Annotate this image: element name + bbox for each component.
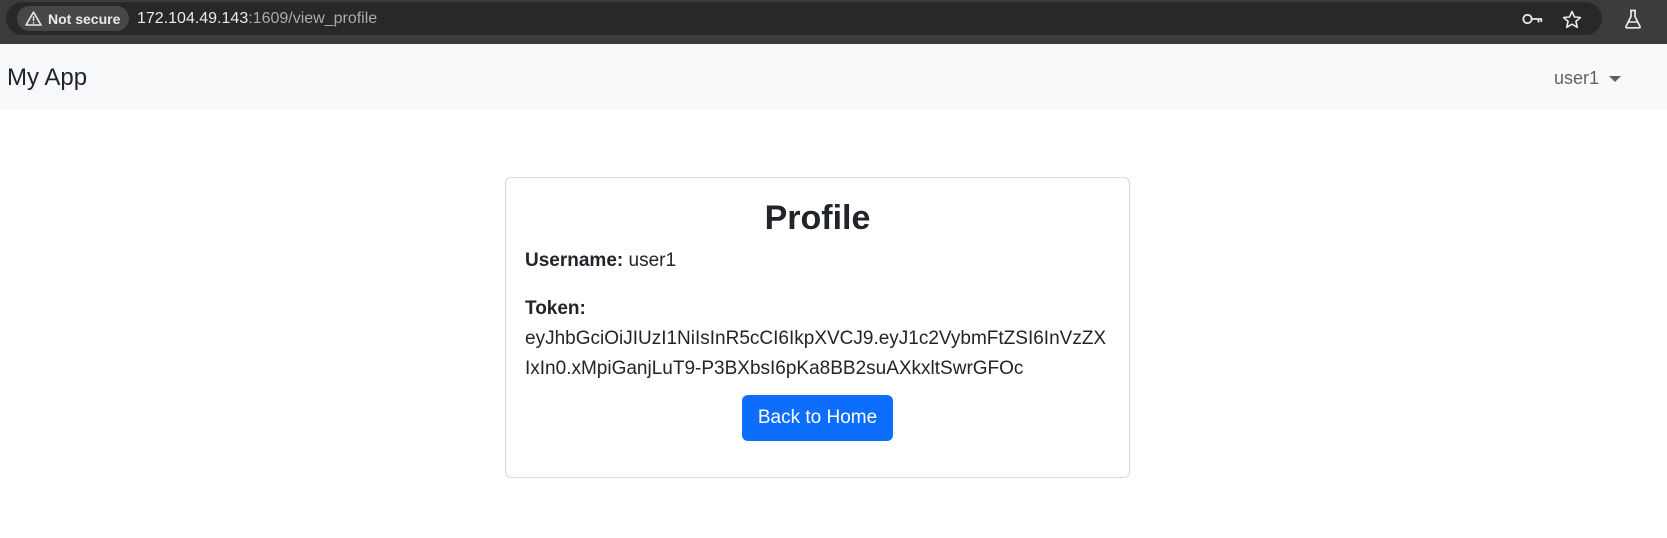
user-label: user1 bbox=[1553, 68, 1599, 88]
security-label: Not secure bbox=[48, 10, 121, 27]
flask-icon[interactable] bbox=[1622, 8, 1644, 30]
warning-icon bbox=[25, 11, 42, 26]
browser-toolbar: Not secure 172.104.49.143:1609/view_prof… bbox=[0, 0, 1667, 44]
app-navbar: My App user1 bbox=[0, 44, 1667, 110]
button-row: Back to Home bbox=[525, 395, 1110, 441]
token-value: eyJhbGciOiJIUzI1NiIsInR5cCI6IkpXVCJ9.eyJ… bbox=[525, 328, 1107, 379]
url-host: 172.104.49.143 bbox=[137, 10, 249, 27]
security-indicator[interactable]: Not secure bbox=[17, 6, 130, 31]
token-row: Token: eyJhbGciOiJIUzI1NiIsInR5cCI6IkpXV… bbox=[525, 294, 1110, 384]
user-dropdown-toggle[interactable]: user1 bbox=[1554, 67, 1621, 89]
key-icon[interactable] bbox=[1522, 8, 1544, 30]
username-row: Username: user1 bbox=[525, 246, 1110, 276]
star-icon[interactable] bbox=[1561, 8, 1583, 30]
token-label: Token: bbox=[525, 298, 586, 319]
address-bar[interactable]: Not secure 172.104.49.143:1609/view_prof… bbox=[6, 2, 1602, 35]
username-value: user1 bbox=[628, 250, 677, 271]
url-path: :1609/view_profile bbox=[248, 10, 378, 27]
username-label: Username: bbox=[525, 250, 624, 271]
back-to-home-button[interactable]: Back to Home bbox=[741, 395, 894, 441]
profile-card: Profile Username: user1 Token: eyJhbGciO… bbox=[505, 177, 1130, 478]
brand-link[interactable]: My App bbox=[7, 64, 87, 92]
caret-down-icon bbox=[1609, 76, 1621, 82]
url-text[interactable]: 172.104.49.143:1609/view_profile bbox=[137, 9, 377, 29]
page-title: Profile bbox=[764, 199, 871, 237]
